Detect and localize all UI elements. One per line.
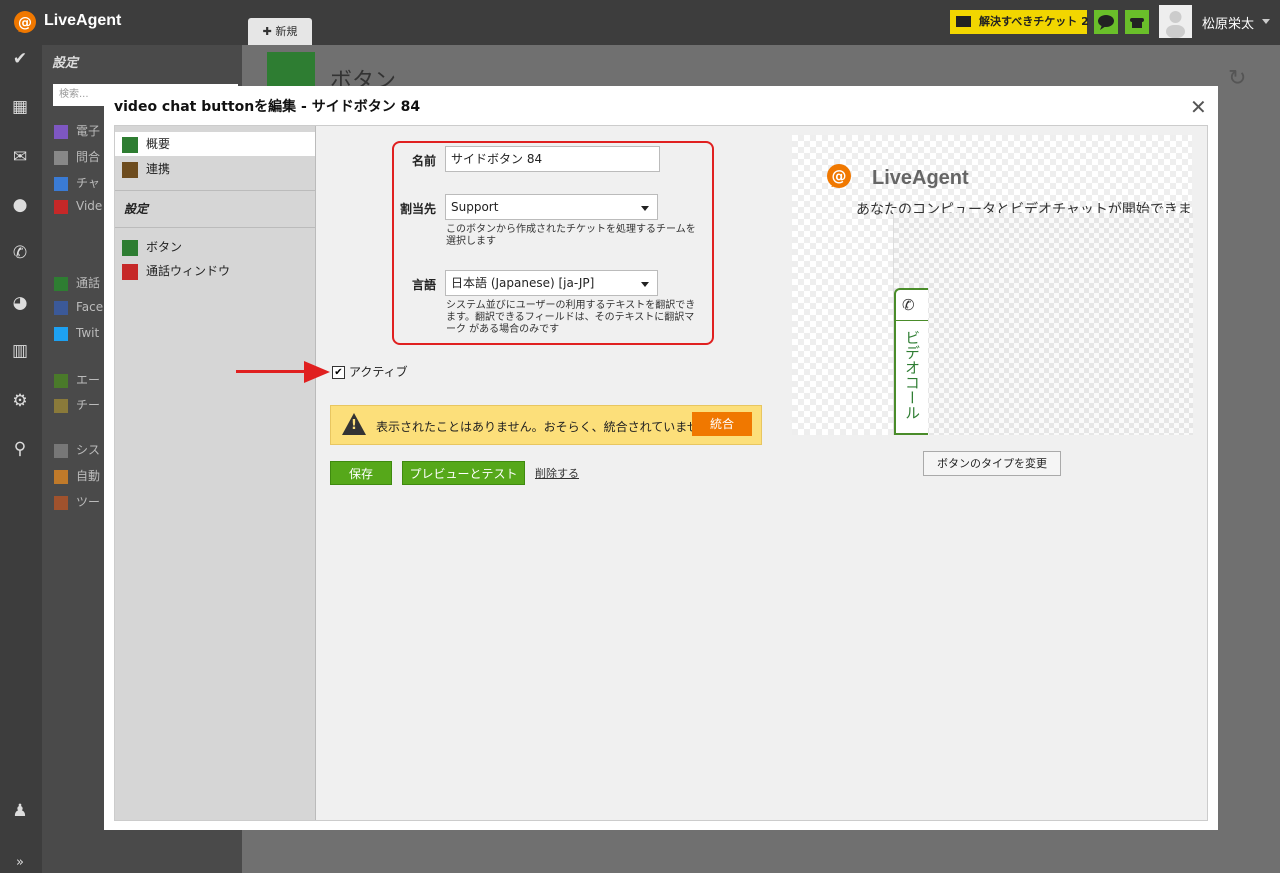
liveagent-logo-icon[interactable]: @ — [12, 10, 38, 36]
modal-nav — [115, 126, 316, 820]
save-button[interactable]: 保存 — [330, 461, 392, 485]
warning-exclamation: ! — [351, 418, 357, 433]
chat-bubble-icon[interactable]: ● — [10, 195, 30, 215]
sidebar-item-twitter[interactable]: Twit — [54, 326, 99, 341]
chat-icon — [54, 176, 68, 191]
user-silhouette-icon — [1166, 11, 1185, 38]
sidebar-item-system[interactable]: シス — [54, 441, 100, 458]
plus-icon: ✚ — [262, 25, 276, 38]
nav-item-overview[interactable]: 概要 — [122, 133, 170, 155]
assign-label: 割当先 — [399, 202, 436, 216]
preview-video-panel — [893, 213, 1193, 435]
folder-icon — [54, 398, 68, 413]
chat-status-button[interactable] — [1094, 10, 1118, 34]
phone-icon: ✆ — [902, 296, 915, 314]
call-window-icon — [122, 263, 138, 280]
gear-icon — [54, 443, 68, 458]
expand-icon[interactable]: » — [10, 853, 30, 873]
twitter-icon — [54, 326, 68, 341]
nav-divider — [115, 227, 315, 228]
phone-search-icon — [122, 239, 138, 256]
language-help-text: システム並びにユーザーの利用するテキストを翻訳できます。翻訳できるフィールドは、… — [446, 300, 696, 335]
modal-title: video chat buttonを編集 - サイドボタン 84 — [114, 99, 421, 115]
chat-bubble-icon — [1098, 15, 1114, 30]
book-icon[interactable]: ▥ — [10, 341, 30, 361]
sidebar-item-chat[interactable]: チャ — [54, 174, 100, 191]
phone-icon — [1130, 18, 1144, 28]
sidebar-item-call[interactable]: 通話 — [54, 274, 100, 291]
tickets-to-resolve-button[interactable]: 解決すべきチケット 2 — [950, 10, 1089, 34]
sidebar-item-facebook[interactable]: Face — [54, 300, 103, 315]
video-icon — [54, 199, 68, 214]
facebook-icon — [54, 300, 68, 315]
dashboard-grid-icon[interactable]: ▦ — [10, 97, 30, 117]
sidebar-item-video[interactable]: Vide — [54, 199, 102, 214]
close-icon[interactable]: ✕ — [1190, 95, 1207, 119]
nav-section-settings: 設定 — [124, 202, 149, 216]
sidebar-item-contact-form[interactable]: 問合 — [54, 148, 100, 165]
avatar[interactable] — [1159, 5, 1192, 38]
annotation-arrow — [236, 370, 306, 373]
chevron-down-icon[interactable] — [1262, 19, 1270, 24]
svg-text:@: @ — [18, 15, 32, 31]
call-status-button[interactable] — [1125, 10, 1149, 34]
assign-select[interactable]: Support — [445, 194, 658, 220]
phone-icon — [54, 276, 68, 291]
integrate-button[interactable]: 統合 — [692, 412, 752, 436]
svg-text:@: @ — [832, 167, 847, 185]
search-icon[interactable]: ⚲ — [10, 439, 30, 459]
sidebar-item-teams[interactable]: チー — [54, 396, 100, 413]
annotation-arrow-head — [304, 361, 330, 383]
active-checkbox-row[interactable]: ✔ アクティブ — [332, 363, 408, 380]
assign-help-text: このボタンから作成されたチケットを処理するチームを選択します — [446, 224, 696, 247]
new-tab-button[interactable]: ✚ 新規 — [248, 18, 312, 45]
icon-rail: ✔ ▦ ✉ ● ✆ ◕ ▥ ⚙ ⚲ ♟ » — [0, 45, 42, 873]
tab-divider — [896, 320, 928, 321]
preview-logo-text: LiveAgent — [872, 167, 969, 189]
delete-link[interactable]: 削除する — [535, 465, 579, 481]
agents-icon — [54, 373, 68, 388]
sidebar-item-tools[interactable]: ツー — [54, 493, 100, 510]
phone-icon[interactable]: ✆ — [10, 243, 30, 263]
form-icon — [54, 150, 68, 165]
nav-divider — [115, 190, 315, 191]
sidebar-item-agents[interactable]: エー — [54, 371, 100, 388]
preview-test-button[interactable]: プレビューとテスト — [402, 461, 525, 485]
user-icon[interactable]: ♟ — [10, 801, 30, 821]
envelope-icon[interactable]: ✉ — [10, 147, 30, 167]
refresh-icon[interactable]: ↻ — [1228, 66, 1246, 91]
name-label: 名前 — [411, 154, 436, 168]
preview-tab-text: ビデオコール — [903, 330, 921, 420]
gear-icon[interactable]: ⚙ — [10, 391, 30, 411]
envelope-icon — [956, 16, 971, 27]
pie-chart-icon[interactable]: ◕ — [10, 293, 30, 313]
user-name[interactable]: 松原栄太 — [1202, 13, 1254, 32]
side-panel-title: 設定 — [52, 56, 79, 71]
chevron-down-icon — [641, 206, 649, 211]
nav-item-call-window[interactable]: 通話ウィンドウ — [122, 260, 230, 282]
phone-icon — [122, 136, 138, 153]
cogs-icon — [54, 469, 68, 484]
sidebar-item-email[interactable]: 電子 — [54, 122, 100, 139]
tickets-count: 2 — [1081, 15, 1089, 28]
language-label: 言語 — [411, 278, 436, 292]
sidebar-item-automation[interactable]: 自動 — [54, 467, 100, 484]
change-button-type-button[interactable]: ボタンのタイプを変更 — [923, 451, 1061, 476]
nav-item-button[interactable]: ボタン — [122, 236, 182, 258]
at-icon — [54, 124, 68, 139]
name-input[interactable]: サイドボタン 84 — [445, 146, 660, 172]
code-icon — [122, 161, 138, 178]
language-select[interactable]: 日本語 (Japanese) [ja-JP] — [445, 270, 658, 296]
tools-icon — [54, 495, 68, 510]
checkmark-icon[interactable]: ✔ — [10, 49, 30, 69]
chevron-down-icon — [641, 282, 649, 287]
active-checkbox[interactable]: ✔ — [332, 366, 345, 379]
liveagent-logo-icon: @ — [827, 164, 851, 188]
app-name: LiveAgent — [44, 12, 122, 29]
nav-item-integration[interactable]: 連携 — [122, 158, 170, 180]
warning-text: 表示されたことはありません。おそらく、統合されていません。 — [376, 420, 723, 434]
